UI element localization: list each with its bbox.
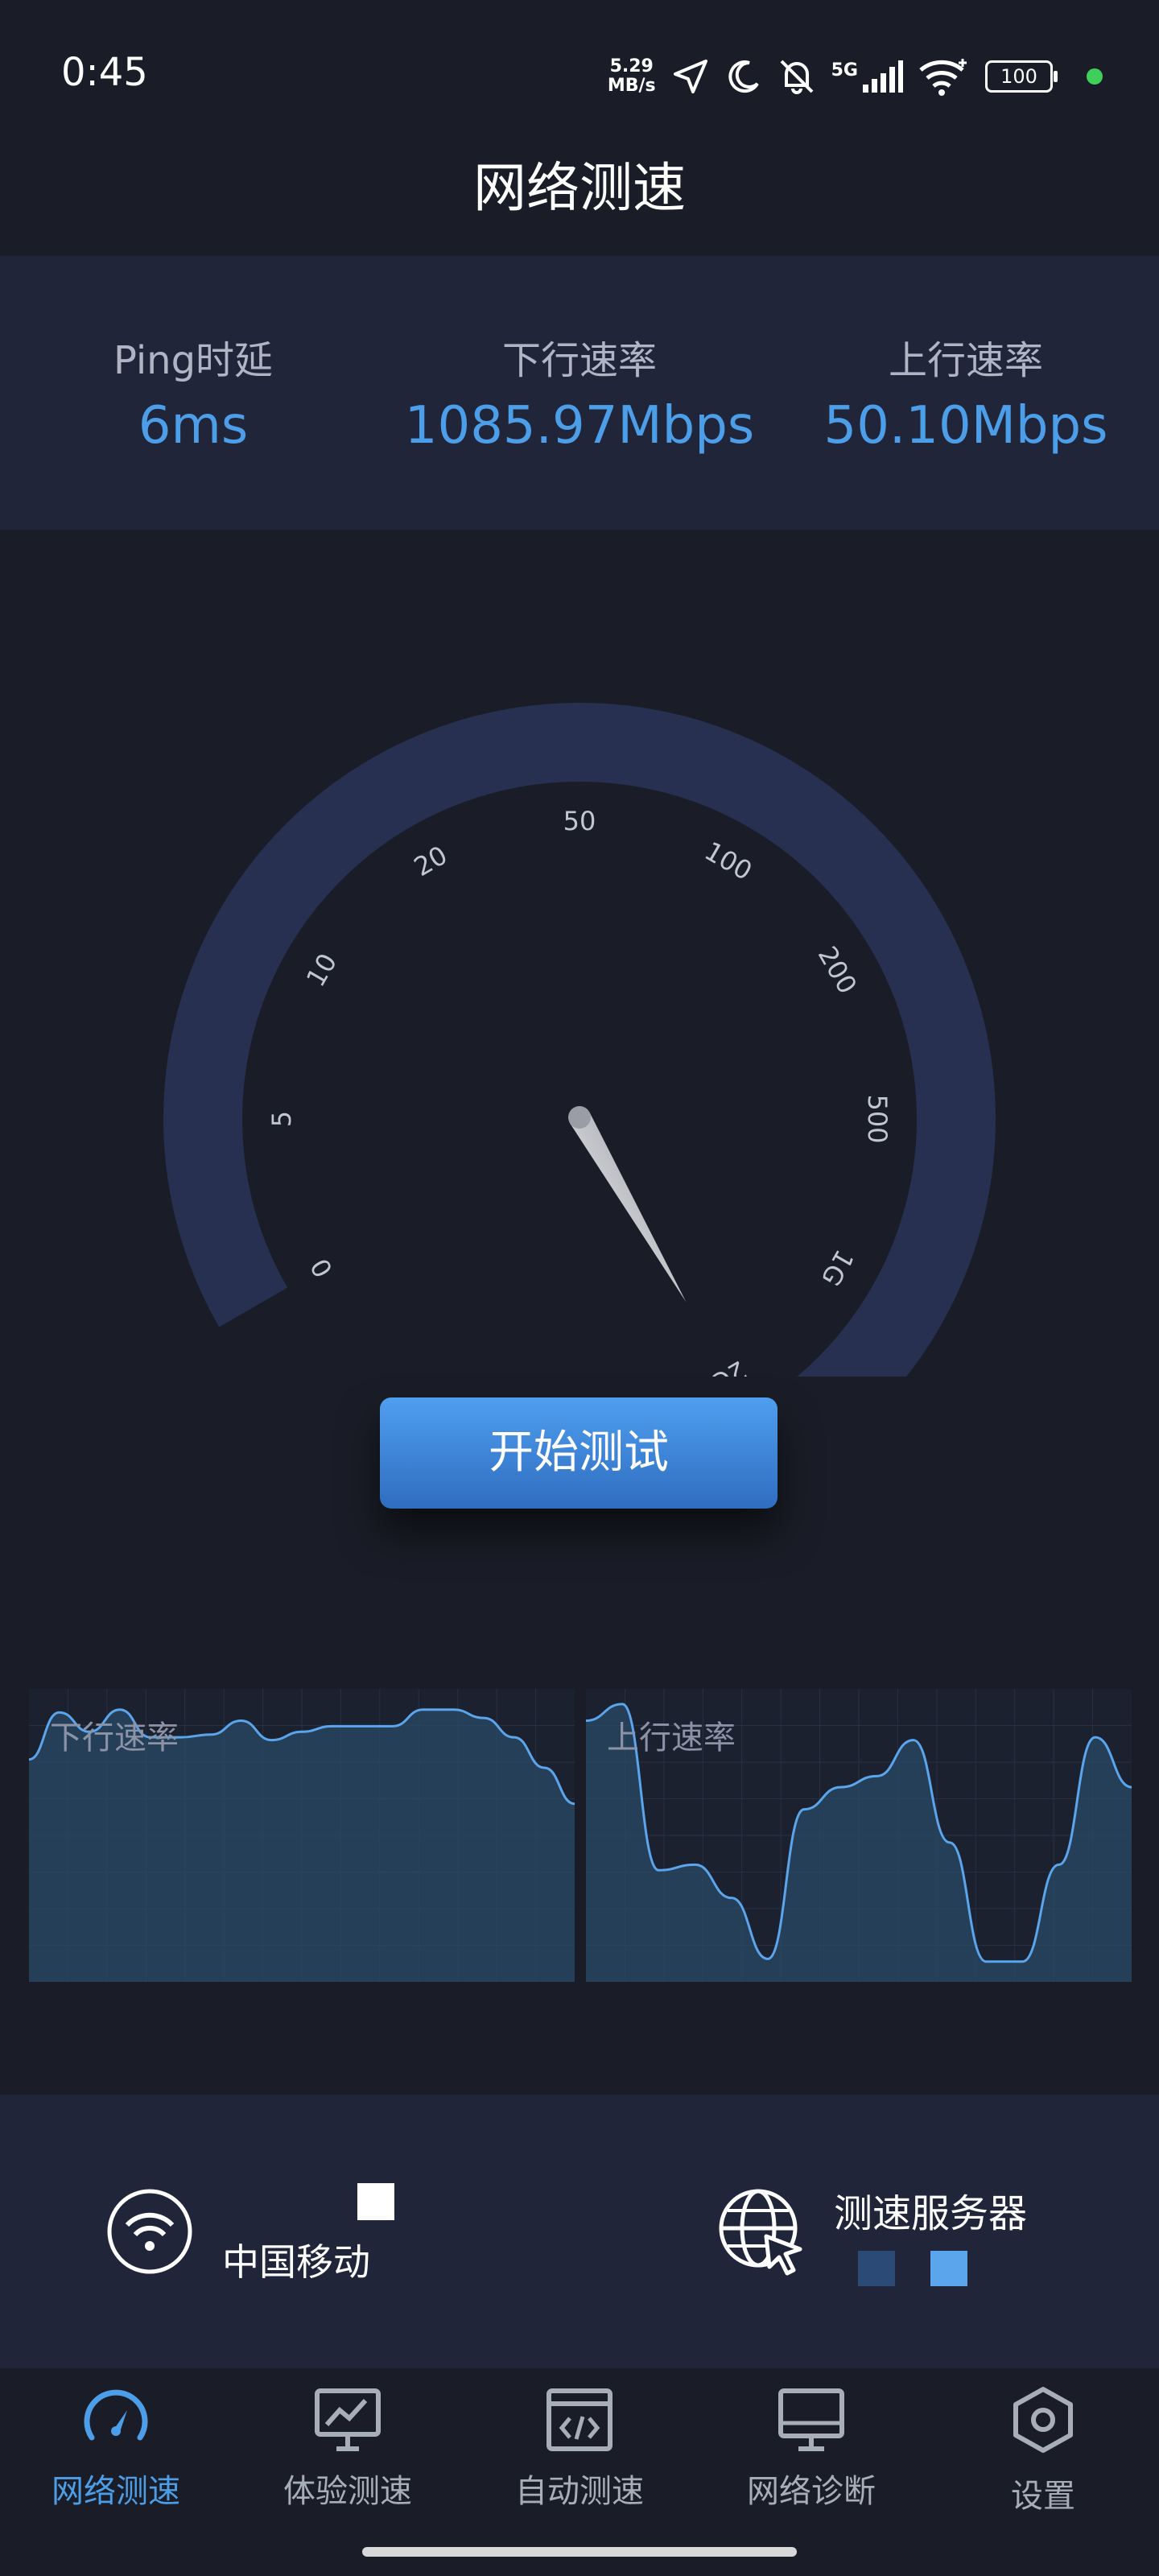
location-arrow-icon xyxy=(673,60,707,93)
server-legend-square-2 xyxy=(930,2251,967,2286)
bell-muted-icon xyxy=(780,60,814,94)
upload-chart: 上行速率 xyxy=(585,1689,1132,1982)
bottom-navigation: 网络测速 体验测速 自动测速 网络诊断 设置 xyxy=(0,2368,1159,2576)
code-window-icon xyxy=(547,2388,612,2451)
ping-label: Ping时延 xyxy=(113,338,274,383)
gauge-needle xyxy=(569,1112,687,1302)
gauge-tick-label: 5 xyxy=(266,1111,297,1127)
gauge-tick-label: 2G xyxy=(705,1355,752,1377)
nav-settings[interactable]: 设置 xyxy=(927,2368,1159,2553)
upload-value: 50.10Mbps xyxy=(823,396,1108,456)
nav-label: 设置 xyxy=(1011,2478,1075,2515)
start-test-button[interactable]: 开始测试 xyxy=(380,1397,777,1509)
download-label: 下行速率 xyxy=(501,338,657,383)
network-speed-indicator: 5.29 MB/s xyxy=(608,57,656,96)
gauge-needle-hub xyxy=(568,1106,591,1129)
gauge-tick-label: 10 xyxy=(300,948,343,992)
network-type: 5G xyxy=(831,60,858,80)
globe-cursor-icon xyxy=(719,2189,802,2276)
privacy-indicator-dot xyxy=(1087,68,1103,85)
status-bar: 0:45 5.29 MB/s 5G 100 xyxy=(0,0,1159,145)
ping-value: 6ms xyxy=(138,396,249,456)
monitor-chart-icon xyxy=(315,2388,381,2451)
moon-icon xyxy=(728,60,759,93)
ping-stat: Ping时延 6ms xyxy=(32,328,354,456)
nav-experience-test[interactable]: 体验测速 xyxy=(232,2368,464,2553)
gauge-tick-label: 100 xyxy=(699,836,757,886)
stats-panel: Ping时延 6ms 下行速率 1085.97Mbps 上行速率 50.10Mb… xyxy=(0,256,1159,530)
desktop-icon xyxy=(778,2388,844,2451)
gauge-tick-label: 200 xyxy=(812,941,863,999)
gauge-tick-label: 0 xyxy=(304,1253,339,1283)
gauge-tick-label: 500 xyxy=(862,1094,893,1143)
nav-label: 自动测速 xyxy=(515,2473,644,2510)
gauge-tick-label: 1G xyxy=(815,1245,860,1291)
gear-icon xyxy=(1013,2387,1073,2453)
download-stat: 下行速率 1085.97Mbps xyxy=(378,328,781,456)
carrier-indicator-square xyxy=(357,2183,394,2220)
nav-label: 网络诊断 xyxy=(747,2473,876,2510)
speed-gauge: 051020501002005001G2G5G xyxy=(163,703,996,1377)
server-legend-square-1 xyxy=(858,2251,895,2286)
status-time: 0:45 xyxy=(61,50,148,95)
download-chart: 下行速率 xyxy=(28,1689,575,1982)
net-speed-value: 5.29 xyxy=(609,56,654,76)
page-title: 网络测速 xyxy=(473,157,686,219)
network-info-panel: 中国移动 测速服务器 xyxy=(0,2095,1159,2368)
signal-bars xyxy=(863,60,903,93)
status-icons: 5.29 MB/s 5G 100 xyxy=(608,48,1103,105)
nav-auto-test[interactable]: 自动测速 xyxy=(464,2368,695,2553)
upload-stat: 上行速率 50.10Mbps xyxy=(805,328,1127,456)
gauge-tick-label: 20 xyxy=(409,840,452,882)
signal-5g-icon: 5G xyxy=(831,60,903,93)
wifi-icon xyxy=(919,59,967,96)
nav-network-diagnosis[interactable]: 网络诊断 xyxy=(695,2368,927,2553)
speedometer-icon xyxy=(84,2389,148,2441)
download-chart-title: 下行速率 xyxy=(50,1719,179,1757)
carrier-name: 中国移动 xyxy=(222,2240,370,2284)
home-indicator[interactable] xyxy=(362,2547,797,2557)
gauge-tick-label: 50 xyxy=(563,806,596,836)
net-speed-unit: MB/s xyxy=(607,76,656,96)
download-value: 1085.97Mbps xyxy=(404,396,755,456)
speed-test-server-label: 测速服务器 xyxy=(834,2191,1028,2236)
wifi-circle-icon xyxy=(107,2189,192,2274)
battery-icon: 100 xyxy=(985,60,1058,93)
nav-label: 体验测速 xyxy=(283,2473,412,2510)
upload-label: 上行速率 xyxy=(888,338,1043,383)
nav-speed-test[interactable]: 网络测速 xyxy=(0,2368,232,2553)
upload-chart-title: 上行速率 xyxy=(607,1719,736,1757)
nav-label: 网络测速 xyxy=(52,2473,180,2510)
gauge-ticks: 051020501002005001G2G5G xyxy=(266,806,893,1377)
